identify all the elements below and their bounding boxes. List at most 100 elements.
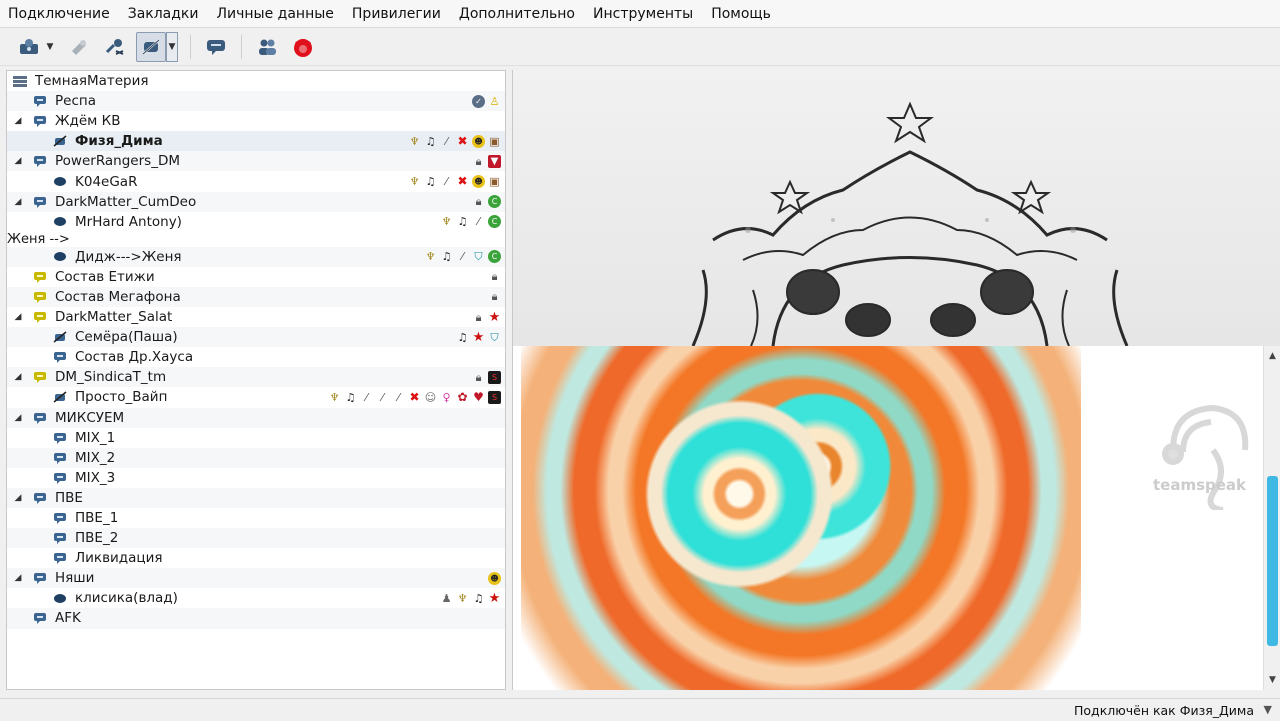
client-icon [53,216,67,228]
crest-icon: ▣ [489,134,500,148]
sword-icon: ⁄ [477,215,480,229]
connect-icon[interactable] [14,32,44,62]
crest-icon: ▣ [489,174,500,188]
disconnect-icon[interactable] [100,32,130,62]
server-icon [13,75,27,88]
client-name: MrHard Antony) [75,213,182,230]
rifle-icon: ⁄ [365,390,368,404]
tree-server[interactable]: ТемнаяМатерия [7,71,505,91]
muted-client-icon [53,331,67,343]
status-filter-icon[interactable]: ▼ [1264,703,1272,716]
star-icon: ★ [488,590,501,606]
tree-channel[interactable]: Состав Мегафона 🔒︎ [7,286,505,308]
tree-channel[interactable]: Состав Етижи 🔒︎ [7,267,505,287]
channel-name: MIX_2 [75,449,116,466]
tree-channel[interactable]: ◢ DarkMatter_Salat 🔒︎ ★ [7,307,505,327]
lock-icon: 🔒︎ [475,370,482,384]
tree-channel[interactable]: ◢ DM_SindicaT_tm 🔒︎ S [7,367,505,388]
collapse-icon[interactable]: ◢ [13,156,23,166]
channel-name: МИКСУЕМ [55,409,125,426]
star-icon: ★ [472,329,485,345]
ts-logo-icon[interactable] [288,32,318,62]
tree-client[interactable]: MrHard Antony) ♆ ♫ ⁄ C [7,212,505,232]
tree-channel[interactable]: Респа ✓ ♙ [7,91,505,112]
channel-icon [33,155,47,168]
channel-tree[interactable]: ТемнаяМатерия Респа ✓ ♙ ◢ Ждём КВ Физя_Д… [6,70,506,690]
tree-subchannel[interactable]: Ликвидация [7,548,505,568]
channel-icon [53,472,67,484]
connect-dropdown-icon[interactable]: ▼ [44,32,56,62]
channel-badges: 🔒︎ ★ [472,309,501,325]
channel-badges: 🔒︎ [488,289,501,305]
collapse-icon[interactable]: ◢ [13,116,23,126]
tree-client[interactable]: Дидж--->Женя ♆ ♫ ⁄ ⛉ C [7,246,505,267]
tree-channel[interactable]: ◢ PowerRangers_DM 🔒︎ ▼ [7,151,505,172]
channel-name: ПВЕ [55,489,83,506]
scroll-thumb[interactable] [1267,476,1278,646]
channel-icon-yellow [33,371,47,384]
collapse-icon[interactable]: ◢ [13,197,23,207]
laugh-icon: ☻ [488,571,501,585]
tree-channel[interactable]: ◢ Няши ☻ [7,568,505,589]
mute-dropdown-icon[interactable]: ▼ [166,31,178,62]
client-badges: ♫ ★ ⛉ [456,329,501,345]
tree-channel[interactable]: ◢ ПВЕ [7,487,505,508]
menu-connection[interactable]: Подключение [6,6,119,22]
collapse-icon[interactable]: ◢ [13,573,23,583]
channel-name: Няши [55,570,95,587]
music-icon: ♫ [425,174,436,188]
menu-tools[interactable]: Инструменты [584,6,702,22]
tree-channel[interactable]: AFK [7,608,505,629]
channel-icon-yellow [33,311,47,324]
tree-client[interactable]: Семёра(Паша) ♫ ★ ⛉ [7,327,505,348]
shield-icon: ⛉ [474,250,483,264]
bookmark-icon[interactable] [64,32,94,62]
menu-help[interactable]: Помощь [702,6,780,22]
female-icon: ♀ [442,390,451,404]
channel-badges: ☻ [488,570,501,586]
info-scrollbar[interactable]: ▲ ▼ [1263,346,1280,690]
chat-icon[interactable] [201,32,231,62]
music-icon: ♫ [441,250,452,264]
tree-client-self[interactable]: Физя_Дима ♆ ♫ ⁄ ✖ ☻ ▣ [7,131,505,152]
tree-subchannel[interactable]: ПВЕ_2 [7,528,505,549]
client-badges: ♟ ♆ ♫ ★ [440,590,501,606]
channel-icon [53,432,67,444]
tree-channel[interactable]: ◢ DarkMatter_CumDeo 🔒︎ C [7,191,505,212]
collapse-icon[interactable]: ◢ [13,372,23,382]
menu-self[interactable]: Личные данные [208,6,343,22]
bow-icon: ✖ [409,389,420,404]
tree-client[interactable]: клисика(влад) ♟ ♆ ♫ ★ [7,588,505,608]
menu-bookmarks[interactable]: Закладки [119,6,208,22]
channel-name: DM_SindicaT_tm [55,369,167,386]
tree-channel[interactable]: ◢ Ждём КВ [7,111,505,131]
bow-icon: ✖ [457,173,468,188]
tree-channel[interactable]: Состав Др.Хауса [7,347,505,367]
tree-subchannel[interactable]: MIX_3 [7,468,505,488]
mute-icon[interactable] [136,31,166,62]
scroll-down-icon[interactable]: ▼ [1264,672,1280,688]
tree-subchannel[interactable]: ПВЕ_1 [7,508,505,528]
collapse-icon[interactable]: ◢ [13,493,23,503]
collapse-icon[interactable]: ◢ [13,312,23,322]
syndicate-icon: S [488,390,501,404]
collapse-icon[interactable]: ◢ [13,413,23,423]
client-name: Просто_Вайп [75,389,168,406]
menu-tools-extra[interactable]: Дополнительно [450,6,584,22]
tree-subchannel[interactable]: MIX_1 [7,428,505,448]
syndicate-icon: S [488,370,501,384]
tree-channel[interactable]: ◢ МИКСУЕМ [7,407,505,428]
tree-client[interactable]: Просто_Вайп ♆ ♫ ⁄ ⁄ ⁄ ✖ ☺ ♀ ✿ ♥ S [7,387,505,407]
tree-client[interactable]: K04eGaR ♆ ♫ ⁄ ✖ ☻ ▣ [7,171,505,191]
channel-name: DarkMatter_CumDeo [55,193,197,210]
lock-icon: 🔒︎ [491,290,498,304]
green-badge-icon: C [488,195,501,209]
sword-icon: ⁄ [445,174,448,188]
contacts-icon[interactable] [252,32,282,62]
tree-subchannel[interactable]: MIX_2 [7,447,505,468]
client-name: Физя_Дима [75,133,163,150]
channel-icon [33,492,47,504]
panda-crown-illustration [691,101,1129,346]
scroll-up-icon[interactable]: ▲ [1264,348,1280,364]
menu-permissions[interactable]: Привилегии [343,6,450,22]
